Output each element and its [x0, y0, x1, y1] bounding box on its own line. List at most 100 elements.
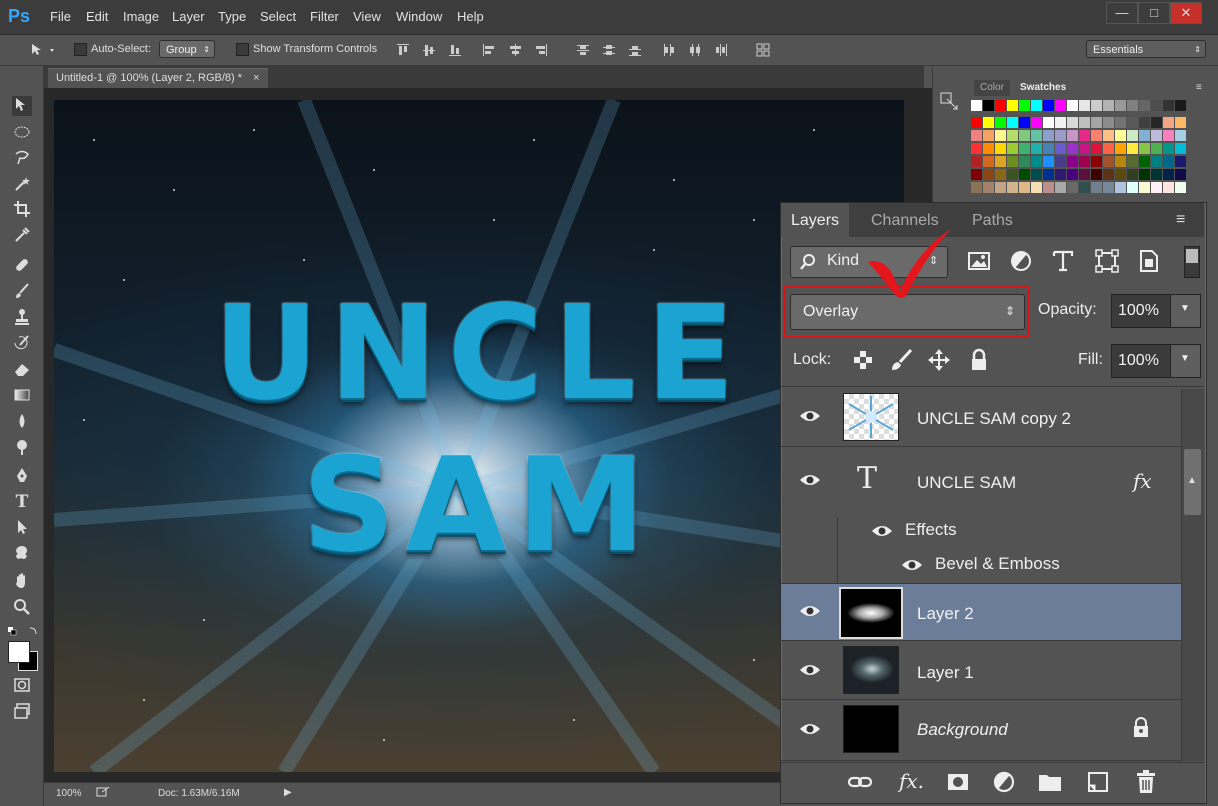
document-tab[interactable]: Untitled-1 @ 100% (Layer 2, RGB/8) * ×	[48, 68, 268, 88]
visibility-eye-icon[interactable]	[799, 722, 821, 736]
color-swatch[interactable]	[983, 100, 994, 111]
layer-name[interactable]: UNCLE SAM copy 2	[917, 409, 1071, 429]
color-swatch[interactable]	[995, 182, 1006, 193]
crop-icon[interactable]	[12, 200, 32, 220]
menu-image[interactable]: Image	[123, 9, 159, 24]
color-swatch[interactable]	[1115, 182, 1126, 193]
color-swatch[interactable]	[1115, 130, 1126, 141]
color-swatch[interactable]	[1043, 143, 1054, 154]
color-swatch[interactable]	[1043, 130, 1054, 141]
menu-file[interactable]: File	[50, 9, 71, 24]
magic-wand-icon[interactable]	[12, 175, 32, 195]
color-swatch[interactable]	[995, 169, 1006, 180]
color-swatch[interactable]	[1151, 130, 1162, 141]
blur-icon[interactable]	[12, 412, 32, 432]
filter-type-icon[interactable]	[1050, 248, 1076, 274]
color-swatch[interactable]	[1031, 156, 1042, 167]
color-swatch[interactable]	[995, 143, 1006, 154]
menu-select[interactable]: Select	[260, 9, 296, 24]
color-swatch[interactable]	[1007, 156, 1018, 167]
color-swatch[interactable]	[1115, 143, 1126, 154]
color-swatch[interactable]	[1079, 182, 1090, 193]
color-swatch[interactable]	[983, 156, 994, 167]
color-swatch[interactable]	[1007, 100, 1018, 111]
document-canvas[interactable]: UNCLE SAM	[54, 100, 904, 772]
color-swatch[interactable]	[1019, 182, 1030, 193]
close-button[interactable]: ✕	[1170, 2, 1202, 24]
color-swatch[interactable]	[1007, 169, 1018, 180]
color-swatch[interactable]	[1103, 169, 1114, 180]
color-swatch[interactable]	[1163, 117, 1174, 128]
color-swatch[interactable]	[983, 117, 994, 128]
opacity-value[interactable]: 100%	[1118, 302, 1159, 320]
color-swatch[interactable]	[1019, 100, 1030, 111]
move-tool-icon[interactable]	[12, 96, 32, 116]
color-swatch[interactable]	[1007, 130, 1018, 141]
color-swatch[interactable]	[995, 130, 1006, 141]
color-swatch[interactable]	[971, 143, 982, 154]
color-swatch[interactable]	[1091, 117, 1102, 128]
color-swatch[interactable]	[1067, 169, 1078, 180]
tab-paths[interactable]: Paths	[962, 203, 1023, 237]
lock-pixels-brush-icon[interactable]	[888, 347, 914, 373]
color-swatch[interactable]	[1067, 182, 1078, 193]
tab-layers[interactable]: Layers	[781, 203, 850, 237]
hand-icon[interactable]	[12, 572, 32, 592]
color-swatch[interactable]	[1163, 100, 1174, 111]
opacity-field[interactable]: 100% ▼	[1111, 294, 1201, 328]
color-swatch[interactable]	[1127, 117, 1138, 128]
color-swatch[interactable]	[1139, 182, 1150, 193]
color-swatch[interactable]	[1103, 100, 1114, 111]
auto-select-dropdown[interactable]: Group ⇕	[159, 40, 215, 58]
menu-window[interactable]: Window	[396, 9, 442, 24]
filter-toggle-switch[interactable]	[1184, 246, 1200, 278]
quick-mask-icon[interactable]	[12, 676, 32, 696]
new-adjustment-layer-icon[interactable]	[991, 769, 1017, 795]
color-swatch[interactable]	[1067, 143, 1078, 154]
healing-brush-icon[interactable]	[12, 256, 32, 276]
align-bottom-icon[interactable]	[448, 43, 462, 57]
gradient-icon[interactable]	[12, 386, 32, 406]
lock-all-icon[interactable]	[966, 347, 992, 373]
color-swatch[interactable]	[1139, 117, 1150, 128]
distribute-vcenter-icon[interactable]	[602, 43, 616, 57]
lock-position-move-icon[interactable]	[926, 347, 952, 373]
color-swatch[interactable]	[1079, 156, 1090, 167]
align-vcenter-icon[interactable]	[422, 43, 436, 57]
color-swatch[interactable]	[1055, 143, 1066, 154]
color-swatch[interactable]	[1007, 143, 1018, 154]
visibility-eye-icon[interactable]	[799, 409, 821, 423]
workspace-dropdown[interactable]: Essentials ⇕	[1086, 40, 1206, 58]
add-layer-style-icon[interactable]: fx.	[899, 769, 924, 793]
color-swatch[interactable]	[1019, 143, 1030, 154]
color-swatch[interactable]	[1103, 117, 1114, 128]
auto-align-icon[interactable]	[756, 43, 770, 57]
link-layers-icon[interactable]	[847, 769, 873, 795]
minimize-button[interactable]: —	[1106, 2, 1138, 24]
auto-select-checkbox[interactable]	[74, 43, 87, 56]
color-swatch[interactable]	[1031, 143, 1042, 154]
new-layer-icon[interactable]	[1085, 769, 1111, 795]
color-swatch[interactable]	[1007, 182, 1018, 193]
fill-field[interactable]: 100% ▼	[1111, 344, 1201, 378]
color-swatch[interactable]	[1103, 156, 1114, 167]
color-swatch[interactable]	[1175, 143, 1186, 154]
foreground-color-swatch[interactable]	[8, 641, 30, 663]
color-swatch[interactable]	[1043, 100, 1054, 111]
color-swatch[interactable]	[1163, 182, 1174, 193]
layer-row-uncle-sam[interactable]: T UNCLE SAM fx Effects Bevel & Emboss	[781, 447, 1181, 584]
color-swatch[interactable]	[995, 100, 1006, 111]
move-tool-preset[interactable]	[28, 41, 60, 59]
color-swatch[interactable]	[1151, 182, 1162, 193]
layer-name[interactable]: Layer 2	[917, 604, 974, 624]
color-swatch[interactable]	[1067, 130, 1078, 141]
layer-row-background[interactable]: Background	[781, 700, 1181, 761]
fill-dropdown-button[interactable]: ▼	[1170, 345, 1200, 377]
color-swatch[interactable]	[971, 117, 982, 128]
color-swatch[interactable]	[1067, 100, 1078, 111]
color-swatch[interactable]	[1043, 169, 1054, 180]
brush-icon[interactable]	[12, 282, 32, 302]
pen-icon[interactable]	[12, 466, 32, 486]
tab-close-icon[interactable]: ×	[253, 72, 259, 84]
visibility-eye-icon[interactable]	[799, 604, 821, 618]
